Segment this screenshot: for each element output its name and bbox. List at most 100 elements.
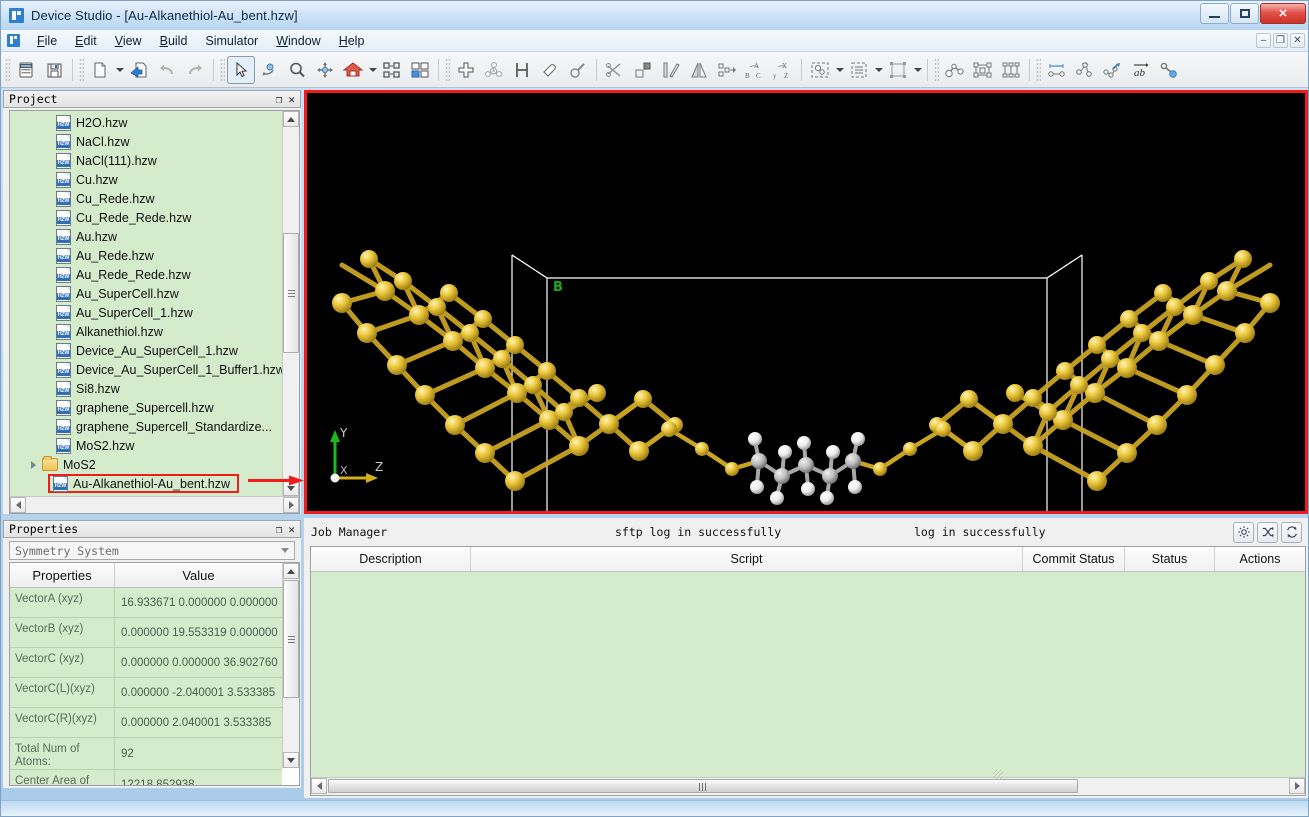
home-view-dropdown-icon[interactable] bbox=[367, 56, 378, 84]
project-tree-item[interactable]: Si8.hzw bbox=[10, 379, 282, 398]
job-table-horizontal-scrollbar[interactable] bbox=[311, 777, 1305, 795]
maximize-button[interactable] bbox=[1230, 3, 1259, 24]
unit-cell-button[interactable] bbox=[884, 56, 912, 84]
fit-view-button[interactable] bbox=[378, 56, 406, 84]
mdi-restore-button[interactable]: ❐ bbox=[1273, 33, 1288, 48]
menu-file[interactable]: FFileile bbox=[28, 32, 66, 50]
scroll-left-arrow-icon[interactable] bbox=[10, 497, 26, 513]
supercell-button[interactable] bbox=[629, 56, 657, 84]
properties-panel-float-button[interactable]: ❐ bbox=[276, 524, 283, 535]
project-tree-item-selected[interactable]: Au-Alkanethiol-Au_bent.hzw bbox=[10, 474, 282, 493]
project-scroll-thumb[interactable] bbox=[283, 233, 299, 353]
toolbar-grip[interactable] bbox=[79, 57, 84, 82]
properties-row[interactable]: VectorC(L)(xyz) 0.000000 -2.040001 3.5333… bbox=[10, 678, 282, 708]
scroll-down-arrow-icon[interactable] bbox=[283, 752, 299, 768]
toolbar-grip[interactable] bbox=[220, 57, 225, 82]
job-settings-button[interactable] bbox=[1233, 521, 1254, 543]
display-style-dropdown-icon[interactable] bbox=[873, 56, 884, 84]
project-tree-item[interactable]: MoS2 bbox=[10, 455, 282, 474]
selection-dropdown-icon[interactable] bbox=[834, 56, 845, 84]
job-refresh-button[interactable] bbox=[1281, 521, 1302, 543]
add-atom-button[interactable] bbox=[452, 56, 480, 84]
toolbar-grip[interactable] bbox=[5, 57, 10, 82]
job-column-description[interactable]: Description bbox=[311, 547, 471, 571]
bond-link-button[interactable] bbox=[1155, 56, 1183, 84]
project-tree[interactable]: H2O.hzw NaCl.hzw NaCl(111).hzw Cu.hzw Cu_Red… bbox=[10, 111, 282, 496]
project-tree-item[interactable]: Au_Rede.hzw bbox=[10, 246, 282, 265]
vector-label-button[interactable]: ab bbox=[1127, 56, 1155, 84]
project-tree-vertical-scrollbar[interactable] bbox=[282, 111, 299, 496]
electrode-stack-button[interactable] bbox=[997, 56, 1025, 84]
project-tree-item[interactable]: H2O.hzw bbox=[10, 113, 282, 132]
toolbar-grip[interactable] bbox=[445, 57, 450, 82]
menu-help[interactable]: Help bbox=[330, 32, 374, 50]
scroll-up-arrow-icon[interactable] bbox=[283, 563, 299, 579]
properties-row[interactable]: Total Num of Atoms: 92 bbox=[10, 738, 282, 770]
job-column-commit-status[interactable]: Commit Status bbox=[1023, 547, 1125, 571]
redo-button[interactable] bbox=[181, 56, 209, 84]
unit-cell-dropdown-icon[interactable] bbox=[912, 56, 923, 84]
job-column-actions[interactable]: Actions bbox=[1215, 547, 1305, 571]
project-tree-item[interactable]: Cu_Rede.hzw bbox=[10, 189, 282, 208]
project-tree-item[interactable]: Cu.hzw bbox=[10, 170, 282, 189]
project-tree-horizontal-scrollbar[interactable] bbox=[10, 496, 299, 513]
measure-torsion-button[interactable] bbox=[1099, 56, 1127, 84]
project-tree-item[interactable]: Alkanethiol.hzw bbox=[10, 322, 282, 341]
mdi-minimize-button[interactable]: – bbox=[1256, 33, 1271, 48]
home-view-button[interactable] bbox=[339, 56, 367, 84]
job-column-status[interactable]: Status bbox=[1125, 547, 1215, 571]
toolbar-grip[interactable] bbox=[934, 57, 939, 82]
cut-bond-button[interactable] bbox=[601, 56, 629, 84]
undo-button[interactable] bbox=[153, 56, 181, 84]
new-file-button[interactable] bbox=[86, 56, 114, 84]
project-tree-item[interactable]: NaCl.hzw bbox=[10, 132, 282, 151]
print-button[interactable] bbox=[12, 56, 40, 84]
job-column-script[interactable]: Script bbox=[471, 547, 1023, 571]
project-panel-close-button[interactable]: ✕ bbox=[288, 94, 295, 105]
project-tree-item[interactable]: graphene_Supercell_Standardize... bbox=[10, 417, 282, 436]
add-fragment-button[interactable] bbox=[480, 56, 508, 84]
menu-simulator[interactable]: Simulator bbox=[196, 32, 267, 50]
open-file-button[interactable] bbox=[125, 56, 153, 84]
properties-panel-close-button[interactable]: ✕ bbox=[288, 524, 295, 535]
properties-row[interactable]: Center Area of 12218.852938 bbox=[10, 770, 282, 785]
job-scroll-thumb[interactable] bbox=[328, 779, 1078, 793]
properties-row[interactable]: VectorB (xyz) 0.000000 19.553319 0.000000 bbox=[10, 618, 282, 648]
probe-button[interactable] bbox=[564, 56, 592, 84]
expand-arrow-icon[interactable] bbox=[28, 459, 39, 470]
mirror-button[interactable] bbox=[685, 56, 713, 84]
project-tree-item[interactable]: Au_SuperCell.hzw bbox=[10, 284, 282, 303]
measure-angle-button[interactable] bbox=[1071, 56, 1099, 84]
mdi-close-button[interactable]: ✕ bbox=[1290, 33, 1305, 48]
abc-axes-button[interactable]: ABC bbox=[741, 56, 769, 84]
display-style-button[interactable] bbox=[845, 56, 873, 84]
rotate-tool-button[interactable] bbox=[255, 56, 283, 84]
selection-marquee-button[interactable] bbox=[806, 56, 834, 84]
pan-tool-button[interactable] bbox=[311, 56, 339, 84]
minimize-button[interactable] bbox=[1200, 3, 1229, 24]
save-button[interactable] bbox=[40, 56, 68, 84]
ball-and-stick-button[interactable] bbox=[941, 56, 969, 84]
close-button[interactable]: ✕ bbox=[1260, 3, 1306, 24]
properties-vertical-scrollbar[interactable] bbox=[282, 563, 299, 768]
new-file-dropdown-icon[interactable] bbox=[114, 56, 125, 84]
add-hydrogen-button[interactable] bbox=[508, 56, 536, 84]
measure-distance-button[interactable] bbox=[1043, 56, 1071, 84]
project-tree-item[interactable]: Au.hzw bbox=[10, 227, 282, 246]
project-tree-item[interactable]: Device_Au_SuperCell_1.hzw bbox=[10, 341, 282, 360]
scroll-right-arrow-icon[interactable] bbox=[1289, 778, 1305, 794]
molecule-3d-viewport[interactable]: B O C Y Z X bbox=[304, 90, 1308, 514]
project-tree-item[interactable]: Device_Au_SuperCell_1_Buffer1.hzw bbox=[10, 360, 282, 379]
chevron-down-icon[interactable] bbox=[281, 548, 289, 553]
scroll-right-arrow-icon[interactable] bbox=[283, 497, 299, 513]
device-electrode-button[interactable] bbox=[969, 56, 997, 84]
menu-window[interactable]: Window bbox=[267, 32, 329, 50]
properties-scroll-thumb[interactable] bbox=[283, 580, 299, 698]
resize-grip[interactable] bbox=[993, 770, 1003, 780]
project-tree-item[interactable]: Cu_Rede_Rede.hzw bbox=[10, 208, 282, 227]
xyz-axes-button[interactable]: XyZ bbox=[769, 56, 797, 84]
eraser-button[interactable] bbox=[536, 56, 564, 84]
project-panel-float-button[interactable]: ❐ bbox=[276, 94, 283, 105]
scroll-left-arrow-icon[interactable] bbox=[311, 778, 327, 794]
scroll-up-arrow-icon[interactable] bbox=[283, 111, 299, 127]
